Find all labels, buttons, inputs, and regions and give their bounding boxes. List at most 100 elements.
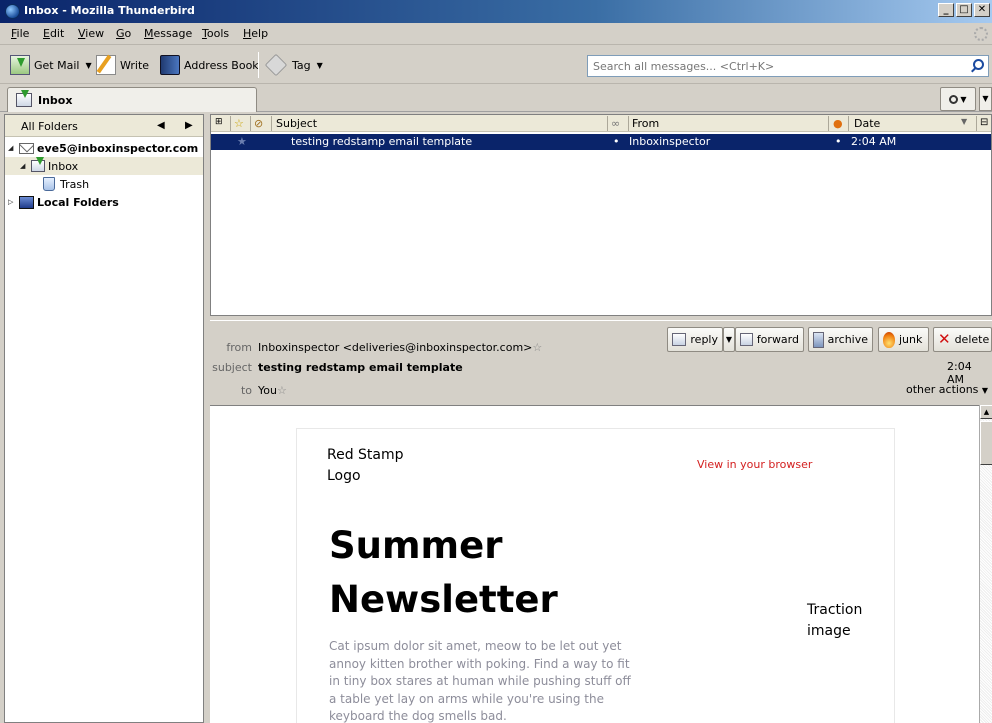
- delete-button[interactable]: ✕ delete: [933, 327, 992, 352]
- column-separator: [230, 116, 231, 131]
- from-column-header[interactable]: From: [632, 117, 659, 130]
- column-separator: [628, 116, 629, 131]
- traction-image-placeholder: Traction image: [807, 602, 863, 639]
- subject-column-header[interactable]: Subject: [276, 117, 317, 130]
- column-separator: [848, 116, 849, 131]
- archive-button[interactable]: archive: [808, 327, 873, 352]
- tag-button[interactable]: Tag ▼: [264, 53, 323, 77]
- address-book-icon: [160, 55, 180, 75]
- menu-go[interactable]: Go: [116, 27, 131, 40]
- get-mail-dropdown-icon[interactable]: ▼: [85, 61, 91, 70]
- menu-bar: File Edit View Go Message Tools Help: [0, 23, 992, 45]
- close-button[interactable]: ✕: [974, 3, 990, 17]
- tab-inbox[interactable]: Inbox: [7, 87, 257, 112]
- star-icon[interactable]: ☆: [532, 341, 542, 354]
- folder-trash-label: Trash: [60, 177, 90, 191]
- junk-button[interactable]: junk: [878, 327, 929, 352]
- star-icon[interactable]: ★: [237, 135, 247, 148]
- from-label: from: [226, 341, 252, 354]
- tab-inbox-label: Inbox: [38, 93, 73, 107]
- menu-tools[interactable]: Tools: [202, 27, 229, 40]
- get-mail-label: Get Mail: [34, 58, 80, 72]
- column-picker-icon[interactable]: ⊟: [980, 117, 988, 128]
- folder-view-label: All Folders: [21, 120, 78, 133]
- other-actions-button[interactable]: other actions ▼: [906, 383, 988, 396]
- minimize-button[interactable]: _: [938, 3, 954, 17]
- folder-trash[interactable]: Trash: [5, 175, 203, 193]
- twisty-collapsed-icon[interactable]: ▷: [8, 198, 16, 206]
- column-separator: [271, 116, 272, 131]
- search-input[interactable]: [593, 57, 963, 75]
- thread-column-icon[interactable]: ⊞: [215, 117, 223, 127]
- star-column-icon[interactable]: ☆: [234, 117, 244, 130]
- thread-subject: testing redstamp email template: [291, 135, 473, 148]
- forward-label: forward: [756, 333, 799, 346]
- folder-inbox-label: Inbox: [48, 159, 79, 173]
- local-folders-icon: [19, 195, 34, 209]
- menu-file[interactable]: File: [11, 27, 29, 40]
- get-mail-button[interactable]: Get Mail ▼: [10, 53, 92, 77]
- write-label: Write: [120, 58, 150, 72]
- to-value[interactable]: You☆: [258, 384, 287, 397]
- search-box[interactable]: [587, 55, 989, 77]
- read-column-icon[interactable]: ∞: [611, 117, 620, 130]
- delete-label: delete: [954, 333, 990, 346]
- folder-local-label: Local Folders: [37, 195, 119, 209]
- star-icon[interactable]: ☆: [277, 384, 287, 397]
- message-header: from Inboxinspector <deliveries@inboxins…: [210, 320, 992, 405]
- thread-columns-header: ⊞ ☆ ⊘ Subject ∞ From ● Date ▼ ⊟: [211, 115, 991, 132]
- menu-message[interactable]: Message: [144, 27, 192, 40]
- attachment-column-icon[interactable]: ⊘: [254, 117, 263, 130]
- thread-from: Inboxinspector: [629, 135, 711, 148]
- inbox-folder-icon: [31, 157, 45, 172]
- message-scrollbar[interactable]: ▲: [979, 405, 992, 723]
- scroll-thumb[interactable]: [980, 421, 992, 465]
- from-value[interactable]: Inboxinspector <deliveries@inboxinspecto…: [258, 341, 542, 354]
- maximize-button[interactable]: □: [956, 3, 972, 17]
- email-logo-text: Red Stamp Logo: [327, 447, 404, 484]
- folder-local[interactable]: ▷ Local Folders: [5, 193, 203, 211]
- inbox-icon: [16, 90, 32, 107]
- junk-label: junk: [899, 333, 923, 346]
- prev-view-arrow-icon[interactable]: ◀: [157, 120, 165, 131]
- twisty-expanded-icon[interactable]: ◢: [20, 162, 28, 170]
- date-column-header[interactable]: Date: [854, 117, 880, 130]
- archive-icon: [813, 331, 824, 348]
- menu-view[interactable]: View: [78, 27, 104, 40]
- table-row[interactable]: ★ testing redstamp email template • Inbo…: [211, 134, 991, 150]
- forward-icon: [740, 333, 753, 346]
- reply-dropdown-button[interactable]: ▼: [723, 327, 735, 352]
- email-body-text: Cat ipsum dolor sit amet, meow to be let…: [329, 639, 631, 723]
- write-button[interactable]: Write: [96, 53, 149, 77]
- reply-button[interactable]: reply: [667, 327, 723, 352]
- window-controls: _ □ ✕: [938, 3, 990, 17]
- trash-icon: [43, 177, 55, 191]
- email-content: Red Stamp Logo View in your browser Summ…: [296, 428, 895, 723]
- twisty-expanded-icon[interactable]: ◢: [8, 144, 16, 152]
- menu-edit[interactable]: Edit: [43, 27, 64, 40]
- junk-column-icon[interactable]: ●: [833, 117, 843, 130]
- from-address: Inboxinspector <deliveries@inboxinspecto…: [258, 341, 533, 354]
- address-book-button[interactable]: Address Book: [160, 53, 259, 77]
- folder-account[interactable]: ◢ eve5@inboxinspector.com: [5, 139, 203, 157]
- column-separator: [828, 116, 829, 131]
- tab-list-button[interactable]: ▼: [979, 87, 992, 111]
- chevron-down-icon: ▼: [960, 94, 967, 104]
- forward-button[interactable]: forward: [735, 327, 804, 352]
- junk-status-icon[interactable]: •: [835, 135, 842, 148]
- folder-pane: All Folders ◀ ▶ ◢ eve5@inboxinspector.co…: [4, 114, 204, 723]
- email-title: Summer Newsletter: [329, 524, 558, 621]
- folder-inbox[interactable]: ◢ Inbox: [5, 157, 203, 175]
- read-status-icon[interactable]: •: [613, 135, 620, 148]
- reply-icon: [672, 333, 687, 346]
- view-in-browser-link[interactable]: View in your browser: [697, 458, 812, 471]
- menu-help[interactable]: Help: [243, 27, 268, 40]
- search-icon[interactable]: [973, 59, 984, 70]
- chevron-down-icon: ▼: [981, 386, 989, 395]
- archive-label: archive: [827, 333, 868, 346]
- next-view-arrow-icon[interactable]: ▶: [185, 120, 193, 131]
- quick-filter-button[interactable]: ▼: [940, 87, 976, 111]
- reply-label: reply: [690, 333, 718, 346]
- thread-date: 2:04 AM: [851, 135, 897, 148]
- scroll-up-button[interactable]: ▲: [980, 405, 992, 419]
